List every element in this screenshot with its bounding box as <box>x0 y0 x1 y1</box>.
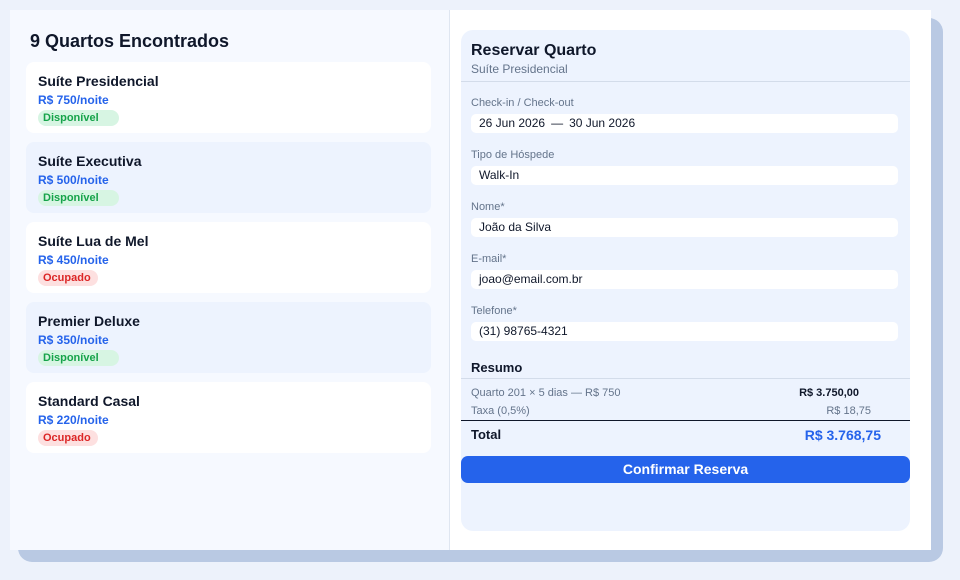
phone-field: Telefone* (31) 98765-4321 <box>471 304 898 341</box>
room-name: Standard Casal <box>38 393 140 409</box>
checkin-date: 26 Jun 2026 <box>479 116 546 130</box>
booking-title: Reservar Quarto <box>471 42 597 59</box>
summary-tax-label: Taxa (0,5%) <box>471 405 530 417</box>
room-price: R$ 350/noite <box>38 333 109 347</box>
booking-header: Reservar Quarto Suíte Presidencial <box>461 30 910 82</box>
email-field: E-mail* joao@email.com.br <box>471 252 898 289</box>
room-price: R$ 220/noite <box>38 413 109 427</box>
summary-room-row: Quarto 201 × 5 dias — R$ 750 R$ 3.750,00 <box>471 386 871 400</box>
confirm-booking-button[interactable]: Confirmar Reserva <box>461 456 910 483</box>
dates-label: Check-in / Check-out <box>471 97 574 109</box>
summary-room-value: R$ 3.750,00 <box>799 387 859 399</box>
total-value: R$ 3.768,75 <box>804 427 881 443</box>
checkout-date: 30 Jun 2026 <box>569 116 636 130</box>
room-price: R$ 500/noite <box>38 173 109 187</box>
date-range-input[interactable]: 26 Jun 2026 — 30 Jun 2026 <box>471 114 898 133</box>
booking-room-name: Suíte Presidencial <box>471 62 568 76</box>
room-card[interactable]: Suíte Lua de Mel R$ 450/noite Ocupado <box>26 222 431 293</box>
room-card[interactable]: Suíte Executiva R$ 500/noite Disponível <box>26 142 431 213</box>
status-badge: Disponível <box>38 190 119 206</box>
room-name: Suíte Lua de Mel <box>38 233 149 249</box>
status-badge: Disponível <box>38 350 119 366</box>
app-window: 9 Quartos Encontrados Suíte Presidencial… <box>10 10 931 550</box>
status-badge: Ocupado <box>38 430 98 446</box>
name-field: Nome* João da Silva <box>471 200 898 237</box>
room-card[interactable]: Standard Casal R$ 220/noite Ocupado <box>26 382 431 453</box>
summary-tax-value: R$ 18,75 <box>826 405 871 417</box>
dates-field: Check-in / Check-out 26 Jun 2026 — 30 Jun … <box>471 96 898 133</box>
summary-divider <box>461 378 910 379</box>
booking-area: Reservar Quarto Suíte Presidencial Check… <box>450 10 931 550</box>
phone-input[interactable]: (31) 98765-4321 <box>471 322 898 341</box>
room-card[interactable]: Suíte Presidencial R$ 750/noite Disponív… <box>26 62 431 133</box>
status-badge: Ocupado <box>38 270 98 286</box>
room-card[interactable]: Premier Deluxe R$ 350/noite Disponível <box>26 302 431 373</box>
total-row: Total R$ 3.768,75 <box>471 426 881 444</box>
room-name: Suíte Executiva <box>38 153 142 169</box>
guest-type-field: Tipo de Hóspede Walk-In <box>471 148 898 185</box>
guest-type-label: Tipo de Hóspede <box>471 149 555 161</box>
status-badge: Disponível <box>38 110 119 126</box>
name-input[interactable]: João da Silva <box>471 218 898 237</box>
summary-room-label: Quarto 201 × 5 dias — R$ 750 <box>471 387 621 399</box>
room-name: Premier Deluxe <box>38 313 140 329</box>
booking-panel: Reservar Quarto Suíte Presidencial Check… <box>461 30 910 531</box>
name-label: Nome* <box>471 201 505 213</box>
total-divider <box>461 420 910 421</box>
room-price: R$ 750/noite <box>38 93 109 107</box>
date-separator: — <box>551 116 564 130</box>
rooms-list-panel: 9 Quartos Encontrados Suíte Presidencial… <box>10 10 450 550</box>
room-name: Suíte Presidencial <box>38 73 159 89</box>
total-label: Total <box>471 427 502 442</box>
phone-label: Telefone* <box>471 305 517 317</box>
email-label: E-mail* <box>471 253 507 265</box>
email-input[interactable]: joao@email.com.br <box>471 270 898 289</box>
summary-tax-row: Taxa (0,5%) R$ 18,75 <box>471 404 871 418</box>
room-price: R$ 450/noite <box>38 253 109 267</box>
summary-title: Resumo <box>471 360 523 375</box>
rooms-count-title: 9 Quartos Encontrados <box>30 31 230 51</box>
guest-type-select[interactable]: Walk-In <box>471 166 898 185</box>
